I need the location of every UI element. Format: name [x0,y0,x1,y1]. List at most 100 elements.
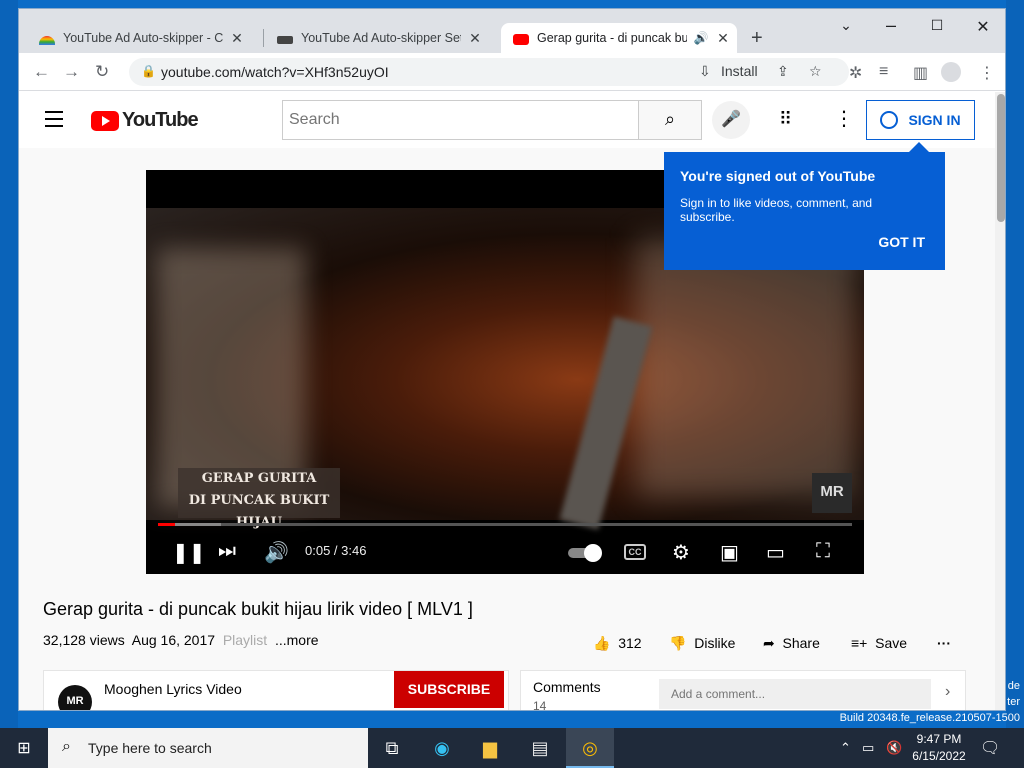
edge-icon[interactable]: ◉ [418,728,466,768]
tab-title: Gerap gurita - di puncak buk [537,31,687,45]
voice-search-button[interactable]: 🎤 [712,101,750,139]
dislike-label: Dislike [694,635,736,651]
back-button[interactable]: ← [33,62,50,82]
task-view-icon[interactable]: ⧉ [368,728,416,768]
youtube-logo[interactable]: YouTube [91,109,199,132]
chrome-icon[interactable]: ◎ [566,728,614,768]
miniplayer-icon[interactable]: ▣ [720,540,739,565]
extension-icon [277,36,293,44]
comments-count: 14 [533,699,547,711]
desktop-side-text: ter [1007,696,1020,708]
search-button[interactable]: ⌕ [638,100,702,140]
dislike-button[interactable]: 👎 Dislike [669,635,735,652]
tab-youtube-video[interactable]: Gerap gurita - di puncak buk 🔊 ✕ [501,23,737,53]
signed-out-popup: You're signed out of YouTube Sign in to … [664,142,945,270]
rainbow-icon [39,35,55,45]
view-count: 32,128 views [43,632,125,648]
profile-avatar[interactable] [941,62,961,82]
got-it-button[interactable]: GOT IT [878,234,925,250]
close-icon[interactable]: ✕ [229,30,245,47]
channel-avatar[interactable]: MR [58,685,92,710]
maximize-button[interactable]: ☐ [914,17,960,34]
channel-name[interactable]: Mooghen Lyrics Video [104,681,242,697]
lock-icon: 🔒 [141,64,156,78]
volume-icon[interactable]: 🔊 [264,540,289,565]
volume-muted-icon[interactable]: 🔇 [886,740,902,756]
time-display: 0:05 / 3:46 [305,543,367,558]
video-title: Gerap gurita - di puncak bukit hijau lir… [43,599,473,619]
install-icon[interactable]: ⇩ [699,63,711,80]
settings-gear-icon[interactable]: ⚙ [672,540,690,565]
share-icon[interactable]: ⇪ [777,63,789,80]
taskbar-search[interactable]: ⌕ Type here to search [48,728,368,768]
address-bar[interactable]: 🔒 youtube.com/watch?v=XHf3n52uyOI ⇩ Inst… [129,58,849,86]
page-scrollbar[interactable] [995,92,1005,710]
channel-watermark[interactable]: MR [812,473,852,513]
share-label: Share [782,635,820,651]
tab-title: YouTube Ad Auto-skipper Setting [301,31,461,45]
fullscreen-icon[interactable]: ⛶ [816,540,830,563]
menu-kebab-icon[interactable]: ⋮ [979,63,995,83]
upload-date: Aug 16, 2017 [131,632,216,648]
theater-mode-icon[interactable]: ▭ [766,540,785,565]
close-icon[interactable]: ✕ [715,30,731,47]
tab-adskipper[interactable]: YouTube Ad Auto-skipper - Chro ✕ [27,23,259,53]
windows-start-icon[interactable]: ⊞ [0,728,48,768]
apps-grid-icon[interactable]: ⠿ [779,109,792,130]
next-icon[interactable]: ⏭ [218,540,236,563]
scrollbar-thumb[interactable] [997,94,1005,222]
network-icon[interactable]: ▭ [862,740,874,756]
extensions-puzzle-icon[interactable]: ✲ [849,63,862,83]
comment-input[interactable] [659,679,931,709]
search-input[interactable] [283,101,638,139]
close-window-button[interactable]: ✕ [960,17,1005,37]
share-button[interactable]: ➦ Share [763,635,820,652]
more-actions-icon[interactable]: ··· [937,635,951,651]
new-tab-button[interactable]: + [751,27,763,50]
server-manager-icon[interactable]: ▤ [516,728,564,768]
subscribe-button[interactable]: SUBSCRIBE [394,671,504,708]
taskbar: ⊞ ⌕ Type here to search ⧉ ◉ ▆ ▤ ◎ ⌃ ▭ 🔇 … [0,728,1024,768]
sign-in-button[interactable]: SIGN IN [866,100,975,140]
captions-icon[interactable]: CC [624,544,646,560]
url-text[interactable]: youtube.com/watch?v=XHf3n52uyOI [161,64,389,80]
hamburger-menu-icon[interactable] [45,111,63,132]
like-button[interactable]: 👍 312 [593,635,642,652]
install-label[interactable]: Install [721,63,758,79]
pause-icon[interactable]: ❚❚ [172,540,206,565]
bookmark-star-icon[interactable]: ☆ [809,63,822,80]
reload-button[interactable]: ↻ [95,62,109,82]
side-panel-icon[interactable]: ▥ [913,63,928,83]
forward-button[interactable]: → [63,62,80,82]
speaker-icon[interactable]: 🔊 [693,31,709,45]
player-controls: ❚❚ ⏭ 🔊 0:05 / 3:46 CC ⚙ ▣ ▭ ⛶ [146,532,864,574]
search-field[interactable] [282,100,639,140]
notification-icon[interactable]: 🗨 [980,738,1000,758]
lyric-line: GERAP GURITA [201,471,317,486]
save-button[interactable]: ≡+ Save [851,635,907,651]
chevron-down-icon[interactable]: ⌄ [823,17,869,34]
progress-played [158,523,175,526]
save-label: Save [875,635,908,651]
browser-window: YouTube Ad Auto-skipper - Chro ✕ YouTube… [18,8,1006,711]
taskbar-search-placeholder: Type here to search [88,740,212,756]
show-more-link[interactable]: ...more [275,632,319,648]
tab-adskipper-settings[interactable]: YouTube Ad Auto-skipper Setting ✕ [265,23,497,53]
sign-in-label: SIGN IN [908,112,961,128]
chevron-up-icon[interactable]: ⌃ [840,740,851,756]
minimize-button[interactable]: – [868,15,914,36]
youtube-header: YouTube ⌕ 🎤 ⠿ ⋮ SIGN IN [19,92,995,148]
media-queue-icon[interactable]: ≡ [879,63,888,81]
file-explorer-icon[interactable]: ▆ [466,728,514,768]
chevron-right-icon[interactable]: › [945,683,950,701]
progress-bar[interactable] [158,523,852,526]
build-watermark: Build 20348.fe_release.210507-1500 [839,712,1020,724]
tab-separator [263,29,264,47]
share-arrow-icon: ➦ [763,635,775,651]
browser-toolbar: ← → ↻ 🔒 youtube.com/watch?v=XHf3n52uyOI … [19,53,1005,91]
autoplay-toggle[interactable] [568,544,602,562]
close-icon[interactable]: ✕ [467,30,483,47]
system-clock[interactable]: 9:47 PM 6/15/2022 [906,731,972,765]
search-icon: ⌕ [664,109,676,129]
more-options-icon[interactable]: ⋮ [834,106,854,131]
